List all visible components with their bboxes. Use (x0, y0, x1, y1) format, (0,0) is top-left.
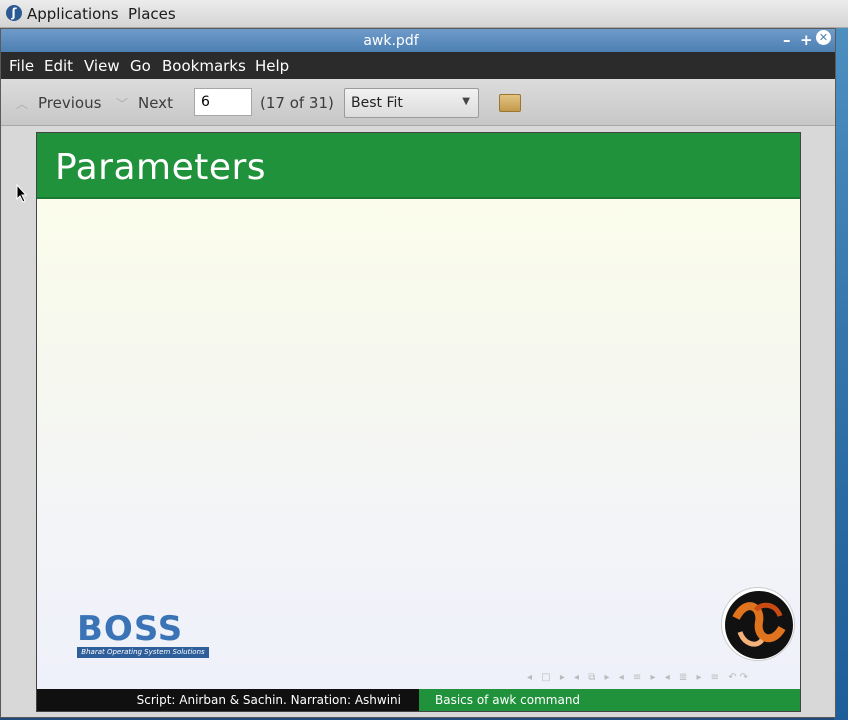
menu-bookmarks[interactable]: Bookmarks (162, 57, 246, 75)
minimize-button[interactable]: – (783, 31, 791, 49)
top-panel: ʃ Applications Places (0, 0, 848, 28)
applications-menu[interactable]: Applications (27, 5, 119, 23)
previous-arrow-icon: ︿ (16, 97, 29, 111)
next-arrow-icon: ﹀ (116, 97, 129, 111)
document-view[interactable]: Parameters BOSS Bharat Operating System … (3, 126, 833, 716)
menu-help[interactable]: Help (255, 57, 289, 75)
dropdown-caret-icon: ▼ (462, 96, 470, 107)
distro-logo-icon[interactable]: ʃ (6, 5, 22, 21)
open-folder-icon[interactable] (499, 94, 521, 112)
close-icon: ✕ (818, 31, 829, 44)
maximize-button[interactable]: + (800, 31, 813, 49)
menu-file[interactable]: File (9, 57, 34, 75)
pdf-viewer-window: awk.pdf – + ✕ File Edit View Go Bookmark… (0, 28, 836, 718)
places-menu[interactable]: Places (128, 5, 176, 23)
window-titlebar[interactable]: awk.pdf – + ✕ (1, 29, 835, 52)
menubar: File Edit View Go Bookmarks Help (1, 52, 835, 79)
desktop-background (834, 28, 848, 720)
slide-title: Parameters (55, 147, 267, 188)
boss-logo-wordmark: BOSS (77, 609, 184, 649)
menu-view[interactable]: View (84, 57, 120, 75)
boss-logo: BOSS Bharat Operating System Solutions (77, 611, 211, 661)
next-button[interactable]: Next (138, 94, 173, 112)
pdf-page: Parameters BOSS Bharat Operating System … (36, 132, 801, 712)
window-title: awk.pdf (363, 33, 419, 49)
menu-edit[interactable]: Edit (44, 57, 73, 75)
footer-topic: Basics of awk command (419, 689, 800, 711)
zoom-select[interactable]: Best Fit ▼ (344, 88, 479, 118)
toolbar: ︿ Previous ﹀ Next 6 (17 of 31) Best Fit … (1, 79, 835, 126)
slide-header: Parameters (37, 133, 800, 199)
page-count-label: (17 of 31) (260, 94, 334, 112)
zoom-value: Best Fit (351, 95, 403, 111)
boss-logo-tagline: Bharat Operating System Solutions (77, 647, 209, 658)
previous-button[interactable]: Previous (38, 94, 101, 112)
footer-credits: Script: Anirban & Sachin. Narration: Ash… (136, 693, 401, 707)
slide-footer: Script: Anirban & Sachin. Narration: Ash… (37, 689, 800, 711)
menu-go[interactable]: Go (130, 57, 151, 75)
page-number-input[interactable]: 6 (194, 88, 252, 116)
close-button[interactable]: ✕ (816, 30, 831, 45)
beamer-navigation-symbols[interactable]: ◂ □ ▸ ◂ ⧉ ▸ ◂ ≡ ▸ ◂ ≣ ▸ ≡ ↶↷ (527, 672, 751, 683)
spoken-tutorial-logo (721, 587, 795, 661)
